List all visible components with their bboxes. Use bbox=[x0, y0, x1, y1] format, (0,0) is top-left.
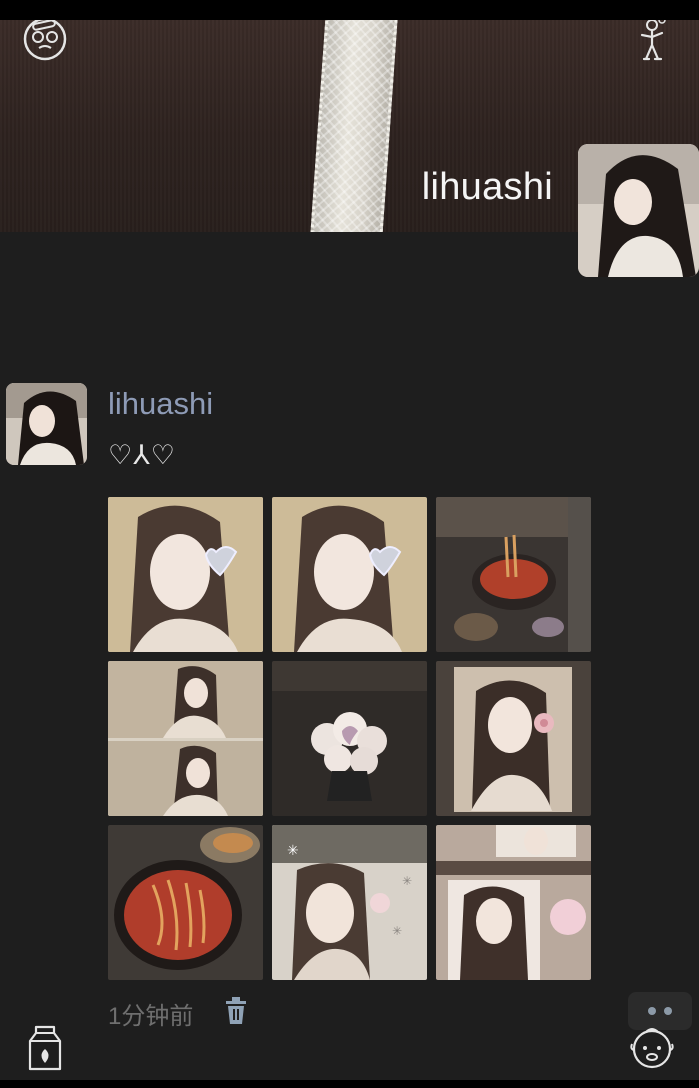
trash-icon[interactable] bbox=[222, 996, 250, 1026]
post-avatar[interactable] bbox=[6, 383, 87, 465]
bottom-bar bbox=[0, 1080, 699, 1088]
svg-text:✳: ✳ bbox=[287, 843, 299, 859]
svg-text:✳: ✳ bbox=[402, 874, 412, 888]
photo-thumbnail[interactable] bbox=[272, 497, 427, 652]
svg-text:✳: ✳ bbox=[392, 924, 402, 938]
photo-thumbnail[interactable] bbox=[436, 497, 591, 652]
cover-username: lihuashi bbox=[421, 166, 553, 208]
lace-ribbon bbox=[309, 20, 399, 232]
photo-thumbnail[interactable] bbox=[436, 825, 591, 980]
milk-carton-icon[interactable] bbox=[28, 1025, 62, 1078]
person-juggling-icon[interactable] bbox=[636, 20, 668, 70]
face-bandage-icon[interactable] bbox=[22, 20, 68, 69]
photo-thumbnail[interactable] bbox=[272, 661, 427, 816]
photo-thumbnail[interactable] bbox=[108, 825, 263, 980]
photo-thumbnail[interactable]: ✳ ✳ ✳ bbox=[272, 825, 427, 980]
post-timestamp: 1分钟前 bbox=[108, 1003, 194, 1030]
post-text: ♡⅄♡ bbox=[108, 440, 176, 470]
dot-icon bbox=[648, 1007, 656, 1015]
baby-face-icon[interactable] bbox=[630, 1024, 674, 1077]
photo-thumbnail[interactable] bbox=[108, 661, 263, 816]
post-username[interactable]: lihuashi bbox=[108, 386, 213, 422]
cover-avatar[interactable] bbox=[578, 144, 699, 277]
photo-thumbnail[interactable] bbox=[436, 661, 591, 816]
photo-grid: ✳ ✳ ✳ bbox=[108, 497, 591, 980]
photo-thumbnail[interactable] bbox=[108, 497, 263, 652]
dot-icon bbox=[664, 1007, 672, 1015]
moments-screen: lihuashi lihuashi ♡⅄♡ ✳ ✳ ✳ 1分钟前 bbox=[0, 20, 699, 1080]
